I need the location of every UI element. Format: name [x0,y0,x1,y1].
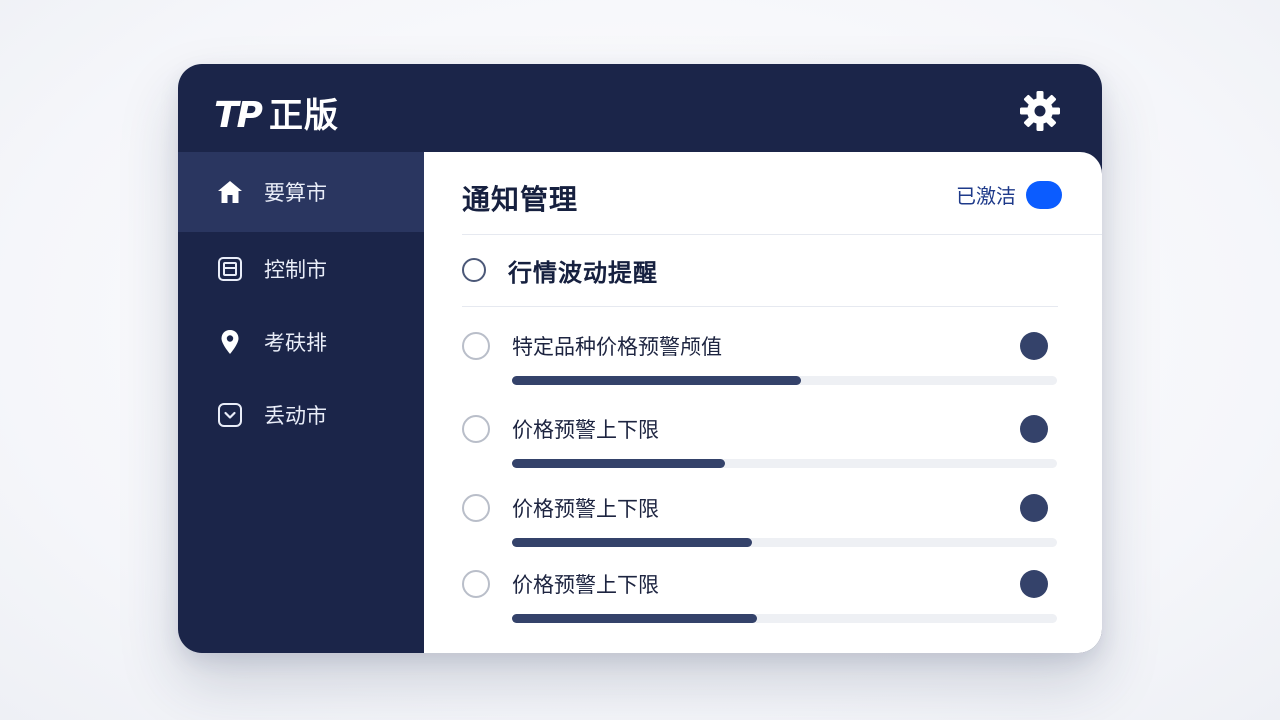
alert-label: 价格预警上下限 [512,418,659,442]
alert-toggle-knob[interactable] [1020,494,1048,522]
brand-mark: TP [214,95,263,136]
alert-row: 价格预警上下限 [462,568,1058,628]
location-pin-icon [216,328,244,356]
threshold-slider[interactable] [512,376,1057,385]
chevron-down-box-icon [216,401,244,429]
group-radio[interactable] [462,258,486,282]
threshold-slider-fill [512,538,752,547]
sidebar-item-label: 要算市 [264,181,327,205]
alert-row: 价格预警上下限 [462,492,1058,552]
gear-icon[interactable] [1018,89,1062,133]
alert-toggle-knob[interactable] [1020,570,1048,598]
header-divider [462,234,1102,235]
alert-radio[interactable] [462,494,490,522]
alert-label: 特定品种价格预警颅值 [512,335,722,359]
sidebar-item-label: 考砆排 [264,330,327,355]
threshold-slider-fill [512,614,758,623]
sidebar-item-label: 控制市 [264,257,327,282]
group-divider [462,306,1058,307]
alert-row: 价格预警上下限 [462,413,1058,473]
app-window: TP 正版 要算市 控制市 考砆排 丢动市 通知管理 已激洁 行情波动提醒 特定… [178,64,1102,653]
threshold-slider[interactable] [512,614,1057,623]
sidebar-item-label: 丢动市 [264,403,327,428]
alert-label: 价格预警上下限 [512,497,659,521]
activation-toggle[interactable] [1026,180,1062,209]
brand-logo: TP 正版 [214,88,339,137]
top-bar: TP 正版 [178,64,1102,152]
threshold-slider[interactable] [512,459,1057,468]
sidebar: 要算市 控制市 考砆排 丢动市 [178,152,424,653]
alert-radio[interactable] [462,332,490,360]
sidebar-item-home[interactable]: 要算市 [178,152,424,232]
sidebar-item-control[interactable]: 控制市 [178,232,424,305]
alert-row: 特定品种价格预警颅值 [462,330,1058,390]
alert-radio[interactable] [462,415,490,443]
panel-header: 通知管理 已激洁 [462,174,1062,224]
group-market-volatility: 行情波动提醒 [462,250,1058,290]
status-label: 已激洁 [956,184,1016,208]
sidebar-item-schedule[interactable]: 考砆排 [178,305,424,378]
brand-name: 正版 [268,96,339,136]
notification-panel: 通知管理 已激洁 行情波动提醒 特定品种价格预警颅值 价格预警上下限 价格预警上下限… [424,152,1102,653]
home-icon [216,178,244,206]
alert-toggle-knob[interactable] [1020,332,1048,360]
page-title: 通知管理 [462,183,579,216]
group-label: 行情波动提醒 [508,258,658,287]
alert-label: 价格预警上下限 [512,573,659,597]
threshold-slider-fill [512,376,801,385]
alert-toggle-knob[interactable] [1020,415,1048,443]
activation-status: 已激洁 [956,180,1062,209]
document-icon [216,255,244,283]
threshold-slider-fill [512,459,725,468]
alert-radio[interactable] [462,570,490,598]
threshold-slider[interactable] [512,538,1057,547]
page-background: TP 正版 要算市 控制市 考砆排 丢动市 通知管理 已激洁 行情波动提醒 特定… [0,0,1280,720]
sidebar-item-activity[interactable]: 丢动市 [178,378,424,451]
